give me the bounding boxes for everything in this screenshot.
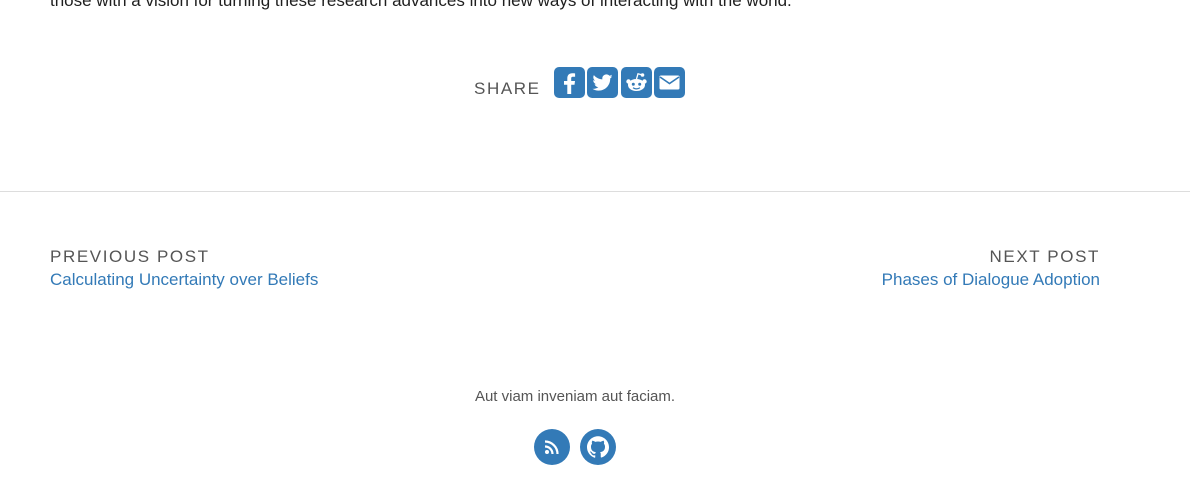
share-label: SHARE — [474, 79, 541, 98]
next-post-heading: NEXT POST — [989, 247, 1100, 266]
footer-social-links — [534, 429, 626, 465]
facebook-icon — [563, 72, 575, 94]
section-divider — [0, 191, 1190, 192]
rss-feed-button[interactable] — [534, 429, 570, 465]
github-button[interactable] — [580, 429, 616, 465]
footer-motto: Aut viam inveniam aut faciam. — [474, 388, 676, 405]
previous-post-link[interactable]: Calculating Uncertainty over Beliefs — [50, 268, 318, 292]
share-reddit-button[interactable] — [620, 66, 652, 98]
envelope-icon — [659, 75, 680, 89]
article-body-tail: those with a vision for turning these re… — [50, 0, 1140, 16]
share-facebook-button[interactable] — [553, 66, 585, 98]
share-email-button[interactable] — [654, 66, 686, 98]
next-post-nav: NEXT POST Phases of Dialogue Adoption — [882, 246, 1100, 292]
reddit-icon — [625, 72, 647, 91]
share-bar: SHARE — [474, 66, 688, 98]
previous-post-nav: PREVIOUS POST Calculating Uncertainty ov… — [50, 246, 318, 292]
github-icon — [587, 436, 609, 458]
next-post-link[interactable]: Phases of Dialogue Adoption — [882, 268, 1100, 292]
twitter-icon — [592, 73, 613, 91]
previous-post-heading: PREVIOUS POST — [50, 247, 210, 266]
article-last-line: those with a vision for turning these re… — [50, 0, 792, 10]
rss-icon — [544, 440, 559, 455]
share-twitter-button[interactable] — [587, 66, 619, 98]
